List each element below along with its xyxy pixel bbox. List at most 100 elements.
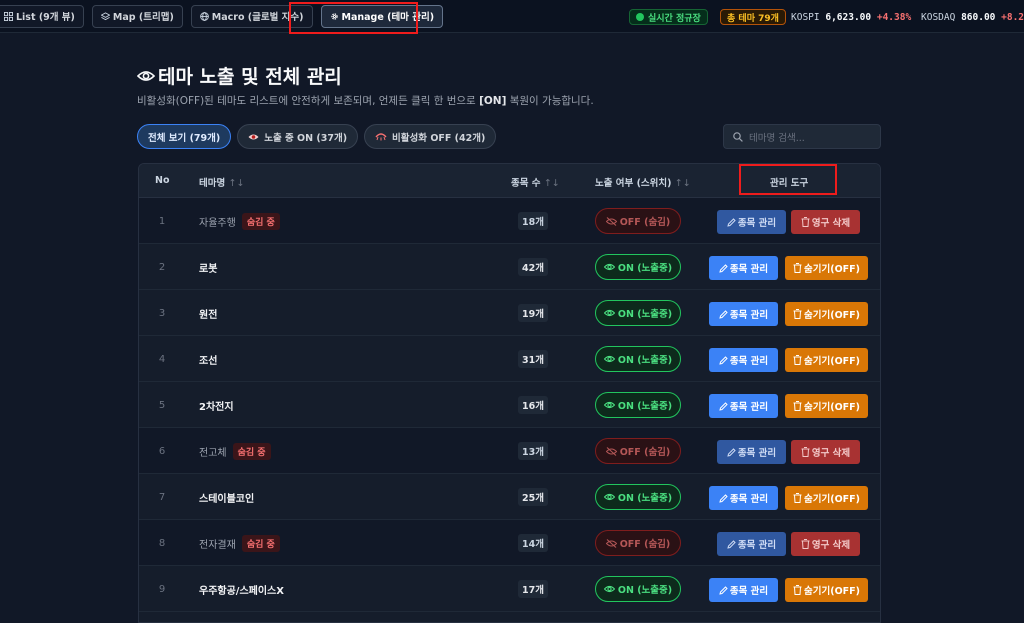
stock-count: 25개	[511, 474, 555, 520]
tab-list[interactable]: List (9개 뷰)	[0, 4, 84, 28]
manage-stocks-label: 종목 관리	[729, 310, 769, 321]
hide-button[interactable]: 숨기기(OFF)	[785, 256, 868, 280]
toggle-label: ON (노출중)	[617, 401, 673, 412]
visibility-toggle-off[interactable]: OFF (숨김)	[595, 208, 681, 234]
row-number: 9	[158, 583, 166, 595]
pencil-icon	[719, 401, 728, 411]
theme-name: 조선	[199, 336, 217, 382]
row-number: 1	[158, 215, 166, 227]
eye-off-icon	[605, 216, 617, 226]
eye-off-icon	[605, 538, 617, 548]
globe-icon	[199, 11, 209, 21]
theme-name-text: 전자결재	[199, 539, 236, 551]
hide-button[interactable]: 숨기기(OFF)	[785, 302, 868, 326]
market-status-label: 실시간 정규장	[648, 13, 701, 24]
stock-count: 16개	[511, 382, 555, 428]
filter-all-button[interactable]: 전체 보기 (79개)	[137, 124, 232, 149]
trash-icon	[801, 447, 810, 457]
manage-stocks-button[interactable]: 종목 관리	[709, 256, 778, 280]
live-dot-icon	[636, 13, 644, 21]
theme-name: 스테이블코인	[199, 474, 254, 520]
stock-count-text: 18개	[518, 212, 548, 230]
filter-off-button[interactable]: 비활성화 OFF (42개)	[364, 124, 497, 149]
manage-stocks-button[interactable]: 종목 관리	[709, 486, 778, 510]
stock-count: 13개	[511, 428, 555, 474]
delete-label: 영구 삭제	[811, 540, 851, 551]
hidden-badge: 숨김 중	[241, 534, 280, 552]
header-count-label: 종목 수	[511, 178, 541, 189]
manage-stocks-label: 종목 관리	[729, 264, 769, 275]
pencil-icon	[719, 263, 728, 273]
manage-stocks-button[interactable]: 종목 관리	[717, 532, 786, 556]
pencil-icon	[727, 217, 736, 227]
header-count[interactable]: 종목 수 ↑↓	[511, 175, 560, 189]
hidden-badge: 숨김 중	[241, 212, 280, 230]
visibility-toggle-on[interactable]: ON (노출중)	[595, 576, 681, 602]
visibility-toggle-off[interactable]: OFF (숨김)	[595, 530, 681, 556]
manage-stocks-button[interactable]: 종목 관리	[709, 394, 778, 418]
manage-stocks-button[interactable]: 종목 관리	[717, 210, 786, 234]
delete-button[interactable]: 영구 삭제	[791, 532, 860, 556]
pencil-icon	[719, 585, 728, 595]
stock-count-text: 17개	[518, 580, 548, 598]
hide-button[interactable]: 숨기기(OFF)	[785, 486, 868, 510]
stock-count: 14개	[511, 520, 555, 566]
manage-stocks-button[interactable]: 종목 관리	[709, 578, 778, 602]
table-row: 6 전고체 숨김 중 13개 OFF (숨김) 종목 관리 영구 삭제	[139, 428, 880, 474]
visibility-toggle-on[interactable]: ON (노출중)	[595, 300, 681, 326]
theme-name: 로봇	[199, 244, 217, 290]
trash-icon	[793, 493, 802, 503]
desc-part1: 비활성화(OFF)된 테마도 리스트에 안전하게 보존되며, 언제든 클릭 한 …	[137, 95, 480, 107]
visibility-toggle-on[interactable]: ON (노출중)	[595, 392, 681, 418]
row-number: 7	[158, 491, 166, 503]
hide-button[interactable]: 숨기기(OFF)	[785, 578, 868, 602]
hide-label: 숨기기(OFF)	[804, 356, 860, 367]
hide-button[interactable]: 숨기기(OFF)	[785, 348, 868, 372]
manage-stocks-label: 종목 관리	[729, 356, 769, 367]
eye-icon	[603, 585, 615, 593]
trash-icon	[793, 585, 802, 595]
manage-stocks-label: 종목 관리	[729, 494, 769, 505]
eye-icon	[248, 134, 259, 139]
hide-label: 숨기기(OFF)	[804, 310, 860, 321]
desc-part2: 복원이 가능합니다.	[506, 95, 594, 107]
hide-label: 숨기기(OFF)	[804, 264, 860, 275]
eye-icon	[603, 309, 615, 317]
row-number: 6	[158, 445, 166, 457]
theme-name: 전자결재 숨김 중	[199, 520, 280, 566]
trash-icon	[801, 539, 810, 549]
visibility-toggle-on[interactable]: ON (노출중)	[595, 346, 681, 372]
page-description: 비활성화(OFF)된 테마도 리스트에 안전하게 보존되며, 언제든 클릭 한 …	[137, 93, 594, 108]
trash-icon	[793, 401, 802, 411]
theme-name: 전고체 숨김 중	[199, 428, 271, 474]
manage-stocks-label: 종목 관리	[737, 448, 777, 459]
kosdaq-change: +8.2	[1001, 12, 1024, 23]
delete-button[interactable]: 영구 삭제	[791, 440, 860, 464]
search-input[interactable]: 테마명 검색...	[723, 124, 881, 149]
manage-stocks-button[interactable]: 종목 관리	[709, 302, 778, 326]
stock-count: 17개	[511, 566, 555, 612]
filter-on-button[interactable]: 노출 중 ON (37개)	[237, 124, 359, 149]
header-name[interactable]: 테마명 ↑↓	[199, 175, 244, 189]
header-toggle[interactable]: 노출 여부 (스위치) ↑↓	[595, 175, 691, 189]
toggle-label: OFF (숨김)	[619, 447, 671, 458]
delete-button[interactable]: 영구 삭제	[791, 210, 860, 234]
header-toggle-label: 노출 여부 (스위치)	[595, 178, 672, 189]
eye-icon	[603, 401, 615, 409]
tab-map[interactable]: Map (트리맵)	[91, 4, 183, 28]
visibility-toggle-on[interactable]: ON (노출중)	[595, 484, 681, 510]
theme-name: 자율주행 숨김 중	[199, 198, 280, 244]
hide-button[interactable]: 숨기기(OFF)	[785, 394, 868, 418]
eye-icon	[603, 355, 615, 363]
table-row: 1 자율주행 숨김 중 18개 OFF (숨김) 종목 관리 영구 삭제	[139, 198, 880, 244]
manage-stocks-button[interactable]: 종목 관리	[717, 440, 786, 464]
manage-stocks-button[interactable]: 종목 관리	[709, 348, 778, 372]
tools-header-highlight	[739, 164, 837, 195]
filter-chips: 전체 보기 (79개) 노출 중 ON (37개) 비활성화 OFF (42개)	[137, 124, 497, 149]
pencil-icon	[719, 355, 728, 365]
table-row: 2 로봇 42개 ON (노출중) 종목 관리 숨기기(OFF)	[139, 244, 880, 290]
visibility-toggle-off[interactable]: OFF (숨김)	[595, 438, 681, 464]
kospi-ticker: KOSPI 6,623.00 +4.38%	[791, 12, 911, 23]
visibility-toggle-on[interactable]: ON (노출중)	[595, 254, 681, 280]
delete-label: 영구 삭제	[811, 218, 851, 229]
